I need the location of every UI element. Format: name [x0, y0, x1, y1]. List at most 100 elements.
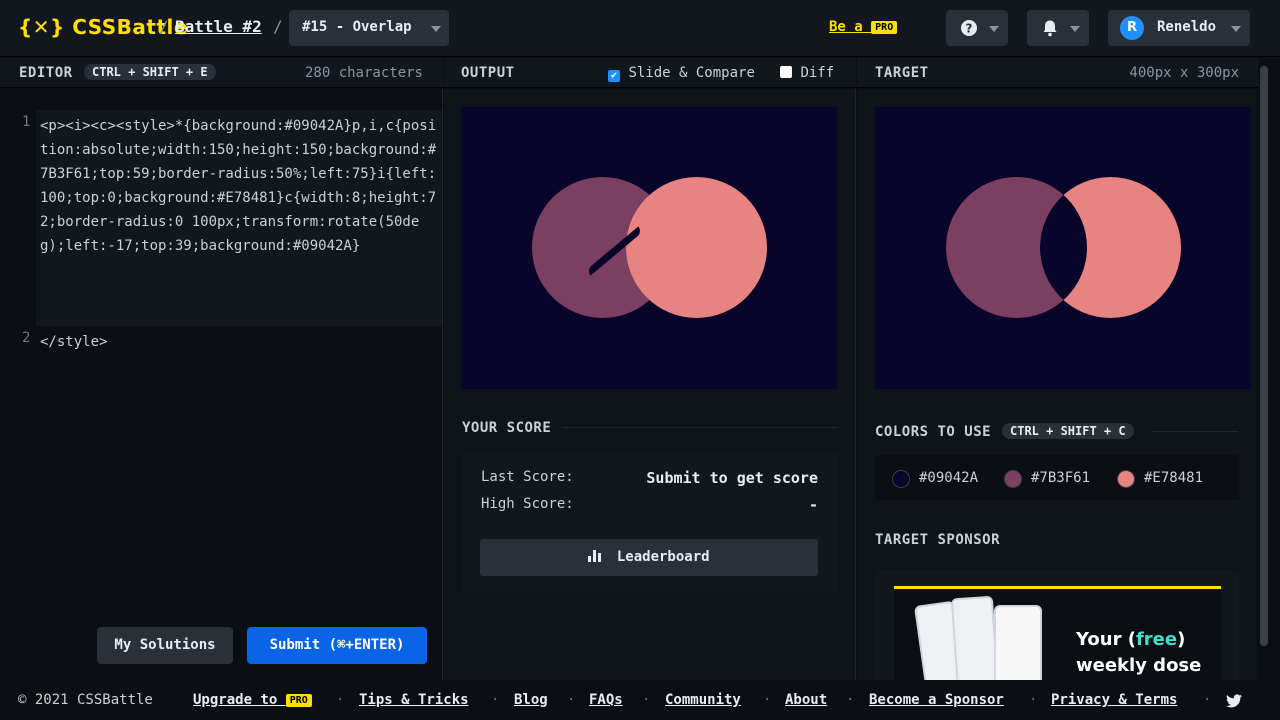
diff-toggle[interactable]: Diff — [780, 65, 834, 81]
breadcrumb-battle-link[interactable]: Battle #2 — [175, 17, 262, 36]
color-swatch-purple[interactable] — [1004, 470, 1022, 488]
sponsor-ad[interactable]: Your (free) weekly dose — [894, 586, 1221, 680]
footer-sponsor-link[interactable]: Become a Sponsor — [869, 692, 1004, 708]
help-icon: ? — [961, 20, 977, 36]
footer-tips-link[interactable]: Tips & Tricks — [359, 692, 469, 708]
line-number: 1 — [22, 114, 31, 130]
footer-faqs-link[interactable]: FAQs — [589, 692, 623, 708]
scrollbar-thumb[interactable] — [1260, 66, 1268, 646]
divider — [562, 427, 838, 428]
ad-text-part: Your ( — [1076, 629, 1136, 650]
ad-phone-image — [950, 595, 1000, 680]
bar-chart-icon — [588, 550, 602, 562]
footer-separator: · — [567, 692, 576, 708]
color-label-purple[interactable]: #7B3F61 — [1031, 470, 1090, 486]
my-solutions-button[interactable]: My Solutions — [97, 627, 233, 664]
chevron-down-icon — [431, 26, 441, 32]
colors-shortcut-badge: CTRL + SHIFT + C — [1002, 423, 1134, 439]
copyright: © 2021 CSSBattle — [18, 692, 153, 708]
high-score-label: High Score: — [481, 496, 574, 512]
footer-separator: · — [642, 692, 651, 708]
divider — [1152, 431, 1238, 432]
colors-to-use-title: COLORS TO USE — [875, 424, 992, 440]
footer-about-link[interactable]: About — [785, 692, 827, 708]
notifications-button[interactable] — [1027, 10, 1089, 46]
svg-text:?: ? — [966, 22, 973, 36]
submit-button[interactable]: Submit (⌘+ENTER) — [247, 627, 427, 664]
color-label-dark[interactable]: #09042A — [919, 470, 978, 486]
ad-headline: Your (free) weekly dose — [1076, 627, 1201, 679]
score-panel: Last Score: Submit to get score High Sco… — [462, 452, 838, 592]
line-number: 2 — [22, 330, 31, 346]
slide-compare-toggle[interactable]: ✔ Slide & Compare — [608, 65, 755, 82]
breadcrumb-separator: / — [273, 17, 283, 36]
help-menu-button[interactable]: ? — [946, 10, 1008, 46]
your-score-title: YOUR SCORE — [462, 420, 552, 436]
ad-text-free: free — [1135, 629, 1178, 650]
high-score-value: - — [808, 496, 818, 514]
footer-community-link[interactable]: Community — [665, 692, 741, 708]
slide-compare-label: Slide & Compare — [628, 65, 755, 81]
sponsor-panel: Your (free) weekly dose — [875, 570, 1239, 680]
footer-upgrade-label: Upgrade to — [193, 692, 278, 708]
color-palette: #09042A #7B3F61 #E78481 — [875, 455, 1239, 500]
user-menu-button[interactable]: R Reneldo — [1108, 10, 1250, 46]
color-label-pink[interactable]: #E78481 — [1144, 470, 1203, 486]
code-line-2[interactable]: </style> — [40, 330, 440, 354]
leaderboard-button[interactable]: Leaderboard — [480, 539, 818, 576]
footer-separator: · — [336, 692, 345, 708]
last-score-value: Submit to get score — [646, 469, 818, 487]
pro-badge: PRO — [871, 20, 898, 34]
target-sponsor-title: TARGET SPONSOR — [875, 532, 1001, 548]
editor-title: EDITOR — [19, 65, 73, 81]
color-swatch-dark[interactable] — [892, 470, 910, 488]
bell-icon — [1043, 20, 1057, 37]
output-title: OUTPUT — [461, 65, 515, 81]
ad-text-part: ) — [1177, 629, 1186, 650]
level-select-label: #15 - Overlap — [302, 19, 412, 35]
page-scrollbar[interactable] — [1258, 58, 1270, 680]
avatar: R — [1120, 16, 1144, 40]
footer-separator: · — [491, 692, 500, 708]
target-title: TARGET — [875, 65, 929, 81]
target-size: 400px x 300px — [1129, 65, 1239, 81]
chevron-down-icon — [1070, 26, 1080, 32]
output-header: OUTPUT ✔ Slide & Compare Diff — [444, 58, 856, 88]
chevron-down-icon — [989, 26, 999, 32]
footer-upgrade-link[interactable]: Upgrade to PRO — [193, 692, 312, 708]
editor-header: EDITOR CTRL + SHIFT + E 280 characters — [0, 58, 443, 88]
footer-privacy-link[interactable]: Privacy & Terms — [1051, 692, 1177, 708]
target-image — [946, 177, 1181, 318]
pro-badge: PRO — [285, 693, 312, 707]
editor-shortcut-badge: CTRL + SHIFT + E — [84, 64, 216, 80]
breadcrumb-separator: / — [159, 17, 169, 36]
be-a-label: Be a — [829, 19, 863, 35]
target-canvas[interactable] — [875, 107, 1251, 389]
level-select[interactable]: #15 - Overlap — [289, 10, 449, 46]
be-a-pro-link[interactable]: Be a PRO — [829, 19, 898, 35]
footer-separator: · — [763, 692, 772, 708]
output-pink-circle — [626, 177, 767, 318]
output-canvas[interactable] — [461, 107, 837, 389]
footer: © 2021 CSSBattle Upgrade to PRO · Tips &… — [0, 680, 1280, 720]
character-count: 280 characters — [304, 65, 423, 81]
slide-compare-checkbox[interactable]: ✔ — [608, 70, 620, 82]
footer-blog-link[interactable]: Blog — [514, 692, 548, 708]
username: Reneldo — [1157, 19, 1217, 35]
code-editor[interactable]: 1 2 <p><i><c><style>*{background:#09042A… — [0, 89, 443, 680]
leaderboard-label: Leaderboard — [616, 549, 710, 565]
diff-checkbox[interactable] — [780, 66, 792, 78]
last-score-label: Last Score: — [481, 469, 574, 485]
top-bar: {✕} CSSBattle / Battle #2 / #15 - Overla… — [0, 0, 1280, 57]
chevron-down-icon — [1231, 26, 1241, 32]
footer-separator: · — [1203, 692, 1212, 708]
target-header: TARGET 400px x 300px — [857, 58, 1258, 88]
twitter-icon[interactable] — [1226, 694, 1242, 708]
ad-phone-image — [994, 605, 1042, 680]
code-line-1[interactable]: <p><i><c><style>*{background:#09042A}p,i… — [40, 114, 440, 258]
footer-separator: · — [846, 692, 855, 708]
ad-text-line2: weekly dose — [1076, 655, 1202, 676]
color-swatch-pink[interactable] — [1117, 470, 1135, 488]
diff-label: Diff — [800, 65, 835, 81]
footer-separator: · — [1029, 692, 1038, 708]
